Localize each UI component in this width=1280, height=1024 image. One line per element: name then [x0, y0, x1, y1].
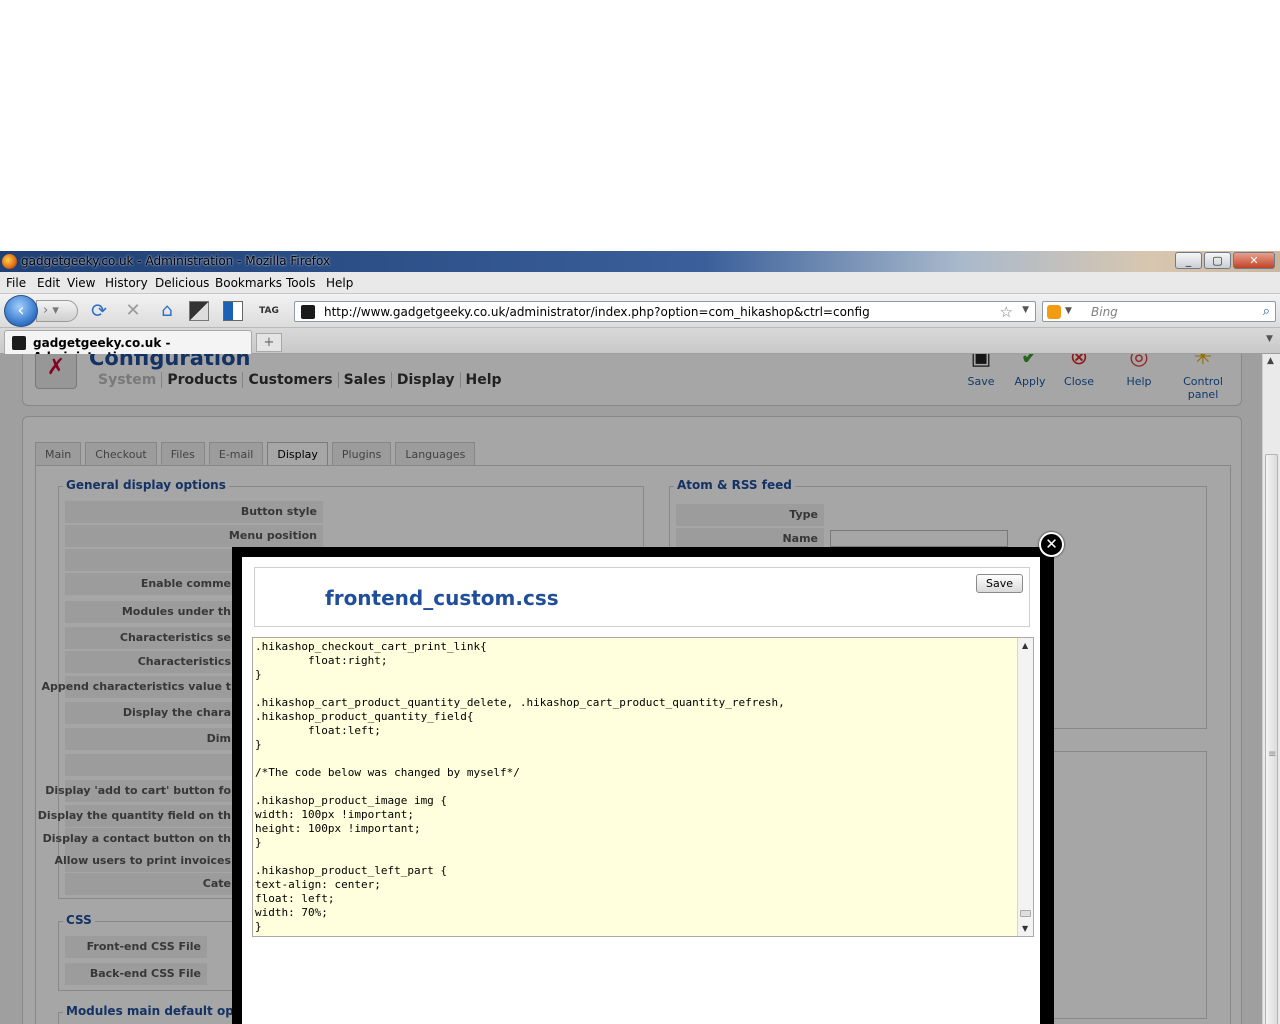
modal-close-button[interactable]: ✕ [1039, 532, 1064, 557]
maximize-button[interactable]: ▢ [1204, 252, 1231, 269]
minimize-button[interactable]: _ [1175, 252, 1202, 269]
tag-icon[interactable]: TAG [256, 298, 282, 324]
search-input[interactable]: Bing [1091, 305, 1118, 319]
back-button[interactable]: ‹ [4, 295, 38, 327]
editor-scroll-up-icon[interactable]: ▲ [1022, 641, 1028, 650]
screen: gadgetgeeky.co.uk - Administration - Moz… [0, 0, 1280, 1024]
editor-scroll-down-icon[interactable]: ▼ [1022, 924, 1028, 933]
tab-favicon [12, 336, 26, 350]
search-bar[interactable]: ▼ Bing ⌕ [1042, 301, 1276, 322]
search-icon[interactable]: ⌕ [1263, 304, 1270, 319]
star-icon[interactable]: ☆ [1000, 303, 1013, 321]
browser-tab-active[interactable]: gadgetgeeky.co.uk - Administration [4, 330, 252, 364]
firefox-icon [2, 254, 17, 269]
tab-list-icon[interactable]: ▼ [1266, 334, 1278, 348]
scroll-grip-icon: ≡ [1268, 749, 1277, 760]
url-text[interactable]: http://www.gadgetgeeky.co.uk/administrat… [324, 305, 870, 319]
chevron-down-icon[interactable]: ▼ [1065, 306, 1072, 316]
menu-delicious[interactable]: Delicious [155, 276, 209, 290]
address-bar[interactable]: http://www.gadgetgeeky.co.uk/administrat… [294, 301, 1036, 322]
menu-file[interactable]: File [6, 276, 26, 290]
css-code-text[interactable]: .hikashop_checkout_cart_print_link{ floa… [255, 640, 1015, 934]
browser-window: gadgetgeeky.co.uk - Administration - Moz… [0, 251, 1280, 1024]
url-dropdown-icon[interactable]: ▼ [1022, 305, 1029, 315]
menu-help[interactable]: Help [326, 276, 353, 290]
new-tab-button[interactable]: + [256, 333, 282, 352]
modal-header: frontend_custom.css Save [254, 567, 1030, 627]
menu-tools[interactable]: Tools [286, 276, 316, 290]
delicious-icon[interactable] [186, 298, 212, 324]
menu-view[interactable]: View [67, 276, 95, 290]
menu-edit[interactable]: Edit [37, 276, 60, 290]
search-engine-icon[interactable] [1047, 305, 1061, 319]
page-scrollbar[interactable]: ▲ ≡ [1262, 354, 1280, 1024]
editor-scroll-thumb[interactable] [1020, 910, 1031, 917]
editor-scrollbar[interactable]: ▲ ▼ [1017, 638, 1033, 936]
css-editor-modal: frontend_custom.css Save .hikashop_check… [232, 547, 1054, 1024]
menu-bar: File Edit View History Delicious Bookmar… [0, 272, 1280, 294]
home-icon[interactable]: ⌂ [154, 298, 180, 324]
scroll-thumb[interactable] [1265, 454, 1278, 1024]
navigation-toolbar: › ▾ ‹ ⟳ ✕ ⌂ TAG http://www.gadgetgeeky.c… [0, 294, 1280, 328]
modal-save-button[interactable]: Save [976, 574, 1023, 593]
modal-body: frontend_custom.css Save .hikashop_check… [242, 557, 1040, 1024]
css-code-editor[interactable]: .hikashop_checkout_cart_print_link{ floa… [252, 637, 1034, 937]
modal-title: frontend_custom.css [325, 586, 559, 610]
close-window-button[interactable]: ✕ [1233, 252, 1275, 269]
bookmark-icon[interactable] [220, 298, 246, 324]
tab-bar: gadgetgeeky.co.uk - Administration + ▼ [0, 328, 1280, 364]
menu-bookmarks[interactable]: Bookmarks [215, 276, 282, 290]
site-favicon [301, 305, 315, 319]
scroll-up-icon[interactable]: ▲ [1267, 356, 1274, 366]
forward-button[interactable]: › ▾ [36, 300, 78, 322]
window-title: gadgetgeeky.co.uk - Administration - Moz… [21, 254, 331, 268]
title-bar[interactable]: gadgetgeeky.co.uk - Administration - Moz… [0, 251, 1280, 272]
stop-icon[interactable]: ✕ [120, 298, 146, 324]
menu-history[interactable]: History [105, 276, 148, 290]
reload-icon[interactable]: ⟳ [86, 298, 112, 324]
